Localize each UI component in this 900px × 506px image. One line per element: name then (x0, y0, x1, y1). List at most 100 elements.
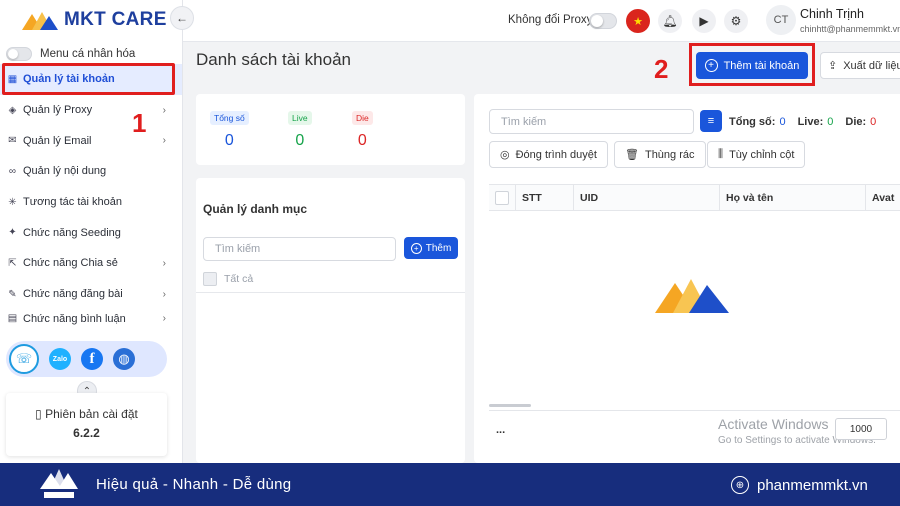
column-header-fullname[interactable]: Họ và tên (719, 185, 865, 211)
version-icon: ▯ (35, 407, 46, 421)
count-total-label: Tổng số: (729, 116, 776, 128)
category-all-checkbox[interactable]: Tất cả (203, 272, 253, 286)
page-size-select[interactable]: 1000 (835, 418, 887, 440)
column-header-avatar[interactable]: Avat (865, 185, 900, 211)
stat-total: Tổng số 0 (210, 108, 249, 150)
chevron-right-icon: › (162, 312, 166, 324)
empty-state-logo-icon (655, 279, 729, 313)
bell-icon[interactable]: 🔔︎ (658, 9, 682, 33)
stat-die-label: Die (352, 111, 373, 125)
stat-live-value: 0 (295, 132, 305, 149)
globe-icon[interactable]: ◍ (113, 348, 135, 370)
mail-icon: ✉ (8, 135, 17, 147)
category-card: Quản lý danh mục Tìm kiếm + Thêm Tất cả (196, 178, 465, 463)
sidebar-item-interaction[interactable]: ✳ Tương tác tài khoản (0, 187, 182, 218)
annotation-box-1 (2, 63, 175, 95)
columns-icon: ⫼ (718, 148, 724, 160)
vietnam-flag-icon[interactable]: ★ (626, 9, 650, 33)
headset-support-icon[interactable]: ☏ (9, 344, 39, 374)
version-label: Phiên bản cài đặt (45, 407, 138, 421)
seed-icon: ✦ (8, 227, 17, 239)
stats-card: Tổng số 0 Live 0 Die 0 (196, 94, 465, 165)
version-card: ▯ Phiên bản cài đặt 6.2.2 (6, 393, 167, 456)
avatar[interactable]: CT (766, 5, 796, 35)
filter-icon: ≡ (707, 115, 715, 127)
sidebar-item-seeding[interactable]: ✦ Chức năng Seeding (0, 217, 182, 248)
export-data-button[interactable]: ⇪ Xuất dữ liệu (820, 52, 900, 79)
zalo-icon[interactable]: Zalo (49, 348, 71, 370)
count-die-label: Die: (845, 116, 867, 128)
sidebar-item-comment[interactable]: ▤ Chức năng bình luận › (0, 310, 182, 328)
annotation-number-1: 1 (132, 108, 147, 138)
table-header: STT UID Họ và tên Avat (489, 184, 900, 211)
count-die-value: 0 (870, 116, 877, 128)
column-header-stt[interactable]: STT (515, 185, 573, 211)
sidebar-item-label: Chức năng bình luận (23, 312, 126, 325)
chrome-icon: ◎ (500, 149, 510, 161)
app-logo-text: MKT CARE (64, 9, 167, 30)
add-account-button[interactable]: + Thêm tài khoản (696, 52, 808, 79)
category-title: Quản lý danh mục (203, 202, 308, 216)
add-category-button[interactable]: + Thêm (404, 237, 458, 259)
footer-slogan: Hiệu quả - Nhanh - Dễ dùng (96, 476, 292, 493)
account-table-card: Tìm kiếm ≡ Tổng số: 0 Live: 0 Die: 0 ◎ Đóng t… (474, 94, 900, 463)
link-icon: ∞ (8, 165, 17, 177)
facebook-icon[interactable]: f (81, 348, 103, 370)
app-logo[interactable]: MKT CARE (20, 6, 167, 34)
category-search-input[interactable]: Tìm kiếm (203, 237, 396, 261)
toggle-switch[interactable] (6, 47, 32, 61)
page-title: Danh sách tài khoản (196, 50, 351, 69)
checkbox[interactable] (203, 272, 217, 286)
customize-columns-button[interactable]: ⫼ Tùy chỉnh cột (707, 141, 806, 168)
sidebar-item-email[interactable]: ✉ Quản lý Email › (0, 125, 182, 156)
collapse-sidebar-button[interactable]: ← (170, 6, 194, 30)
mkt-logo-icon (22, 12, 58, 30)
divider (489, 410, 900, 411)
stat-die-value: 0 (357, 132, 367, 149)
filter-button[interactable]: ≡ (700, 110, 722, 132)
comment-icon: ▤ (7, 312, 18, 324)
upload-icon: ⇪ (828, 60, 838, 72)
horizontal-scrollbar[interactable] (489, 404, 531, 407)
account-counts: Tổng số: 0 Live: 0 Die: 0 (729, 116, 888, 128)
edit-icon: ✎ (8, 288, 17, 300)
customize-columns-label: Tùy chỉnh cột (729, 148, 795, 161)
add-category-label: Thêm (425, 242, 452, 254)
version-number: 6.2.2 (73, 426, 100, 440)
support-social-bar: ☏ Zalo f ◍ (6, 341, 167, 377)
sidebar-item-label: Chức năng đăng bài (23, 288, 123, 301)
stat-live-label: Live (288, 111, 312, 125)
proxy-label: Không đổi Proxy (508, 14, 593, 26)
sidebar-item-label: Quản lý Email (23, 134, 92, 147)
sidebar-item-post[interactable]: ✎ Chức năng đăng bài › (0, 279, 182, 310)
pagination-ellipsis[interactable]: ... (496, 424, 505, 436)
chevron-right-icon: › (162, 288, 166, 300)
column-header-uid[interactable]: UID (573, 185, 719, 211)
trash-icon: 🗑︎ (625, 149, 639, 161)
close-browser-button[interactable]: ◎ Đóng trình duyệt (489, 141, 608, 168)
trash-button[interactable]: 🗑︎ Thùng rác (614, 141, 706, 168)
chevron-right-icon: › (162, 135, 166, 147)
proxy-toggle[interactable] (589, 13, 617, 29)
globe-icon: ⊕ (731, 476, 749, 494)
personalize-menu-toggle[interactable]: Menu cá nhân hóa (6, 47, 135, 61)
select-all-cell (489, 185, 515, 211)
account-search-input[interactable]: Tìm kiếm (489, 109, 694, 134)
stat-die: Die 0 (352, 108, 373, 150)
stat-total-value: 0 (224, 132, 234, 149)
play-icon[interactable]: ▶ (692, 9, 716, 33)
sidebar-item-share[interactable]: ⇱ Chức năng Chia sẻ › (0, 248, 182, 279)
chevron-right-icon: › (162, 104, 166, 116)
count-total-value: 0 (779, 116, 786, 128)
gear-icon[interactable]: ⚙ (724, 9, 748, 33)
annotation-number-2: 2 (654, 54, 669, 84)
plus-circle-icon: + (704, 59, 718, 72)
select-all-checkbox[interactable] (495, 191, 509, 205)
sidebar-item-proxy[interactable]: ◈ Quản lý Proxy › (0, 95, 182, 126)
sidebar-item-label: Tương tác tài khoản (23, 196, 122, 209)
footer-website: ⊕ phanmemmkt.vn (731, 476, 868, 494)
stat-total-label: Tổng số (210, 111, 249, 125)
sidebar-item-content[interactable]: ∞ Quản lý nội dung (0, 156, 182, 187)
share-icon: ⇱ (8, 257, 17, 269)
chevron-right-icon: › (162, 257, 166, 269)
